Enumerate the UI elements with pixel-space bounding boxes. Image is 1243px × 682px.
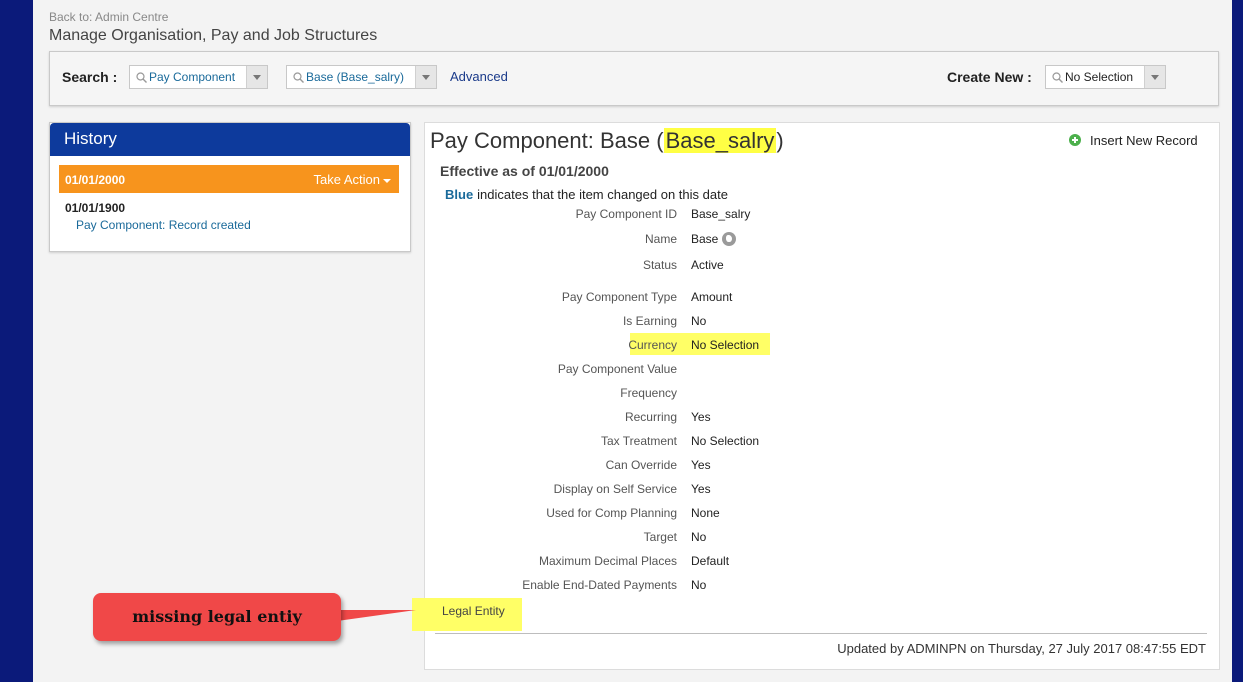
field-value: Yes (691, 458, 711, 472)
field-label: Currency (628, 338, 677, 352)
take-action-label: Take Action (313, 172, 381, 187)
field-label: Can Override (605, 458, 677, 472)
field-label: Status (642, 258, 677, 272)
field-label: Enable End-Dated Payments (522, 578, 677, 592)
footer-divider (435, 633, 1207, 634)
field-label: Tax Treatment (600, 434, 677, 448)
record-title-highlight: Base_salry (663, 128, 777, 153)
take-action-button[interactable]: Take Action (313, 172, 391, 187)
field-label: Pay Component Value (557, 362, 677, 376)
record-detail-panel: Pay Component: Base (Base_salry) Insert … (424, 122, 1220, 670)
history-item-link[interactable]: Pay Component: Record created (76, 218, 251, 232)
globe-icon[interactable] (722, 232, 737, 246)
field-label: Is Earning (622, 314, 677, 328)
field-value: Amount (691, 290, 733, 304)
callout-pointer (330, 610, 416, 622)
plus-circle-icon (1069, 134, 1081, 146)
field-value: Active (691, 258, 724, 272)
field-label: Maximum Decimal Places (538, 554, 677, 568)
legal-entity-label: Legal Entity (442, 604, 505, 618)
legend-keyword: Blue (445, 187, 474, 202)
annotation-callout: missing legal entiy (93, 593, 341, 641)
search-label: Search : (62, 69, 118, 85)
page-container: Back to: Admin Centre Manage Organisatio… (33, 0, 1232, 682)
record-select-value: Base (Base_salry) (306, 70, 405, 84)
field-value: Yes (691, 410, 711, 424)
effective-date-label: Effective as of 01/01/2000 (440, 163, 609, 179)
field-label: Recurring (624, 410, 677, 424)
caret-down-icon (383, 178, 391, 183)
object-type-value: Pay Component (149, 70, 236, 84)
search-icon (1052, 72, 1063, 83)
updated-by-text: Updated by ADMINPN on Thursday, 27 July … (837, 641, 1206, 656)
record-select[interactable]: Base (Base_salry) (286, 65, 437, 89)
history-panel: History 01/01/2000 Take Action 01/01/190… (49, 122, 411, 252)
change-legend: Blue indicates that the item changed on t… (445, 187, 728, 202)
history-current-date: 01/01/2000 (65, 173, 126, 187)
record-title-suffix: ) (776, 128, 784, 153)
callout-text: missing legal entiy (132, 607, 302, 626)
search-bar: Search : Pay Component Base (Base_salry)… (49, 51, 1219, 106)
create-new-select[interactable]: No Selection (1045, 65, 1166, 89)
search-icon (293, 72, 304, 83)
field-value: Yes (691, 482, 711, 496)
history-title: History (50, 123, 410, 156)
field-value: No Selection (691, 434, 760, 448)
field-value: Base_salry (691, 207, 751, 221)
field-label: Target (643, 530, 677, 544)
field-label: Frequency (620, 386, 677, 400)
field-value: No Selection (691, 338, 760, 352)
insert-new-record-button[interactable]: Insert New Record (1069, 133, 1198, 148)
insert-new-record-label: Insert New Record (1090, 133, 1198, 148)
record-title: Pay Component: Base (Base_salry) (430, 128, 784, 154)
create-new-label: Create New : (947, 69, 1032, 85)
field-label: Pay Component ID (575, 207, 677, 221)
advanced-search-link[interactable]: Advanced (450, 69, 508, 84)
create-new-value: No Selection (1065, 70, 1134, 84)
field-value: Default (691, 554, 730, 568)
field-value: None (691, 506, 720, 520)
record-title-prefix: Pay Component: Base ( (430, 128, 664, 153)
field-label: Name (644, 232, 677, 246)
field-value: No (691, 314, 707, 328)
field-label: Display on Self Service (553, 482, 677, 496)
history-current-row[interactable]: 01/01/2000 Take Action (59, 165, 399, 193)
legend-text: indicates that the item changed on this … (477, 187, 728, 202)
field-value: No (691, 530, 707, 544)
chevron-down-icon[interactable] (1144, 66, 1165, 88)
history-item-date: 01/01/1900 (65, 201, 126, 215)
page-title: Manage Organisation, Pay and Job Structu… (49, 27, 378, 44)
search-icon (136, 72, 147, 83)
name-value: Base (691, 232, 719, 246)
field-value: Base (691, 232, 737, 246)
object-type-select[interactable]: Pay Component (129, 65, 268, 89)
chevron-down-icon[interactable] (246, 66, 267, 88)
field-label: Used for Comp Planning (546, 506, 677, 520)
field-label: Pay Component Type (561, 290, 677, 304)
back-to-admin-link[interactable]: Back to: Admin Centre (49, 10, 168, 24)
field-value: No (691, 578, 707, 592)
chevron-down-icon[interactable] (415, 66, 436, 88)
